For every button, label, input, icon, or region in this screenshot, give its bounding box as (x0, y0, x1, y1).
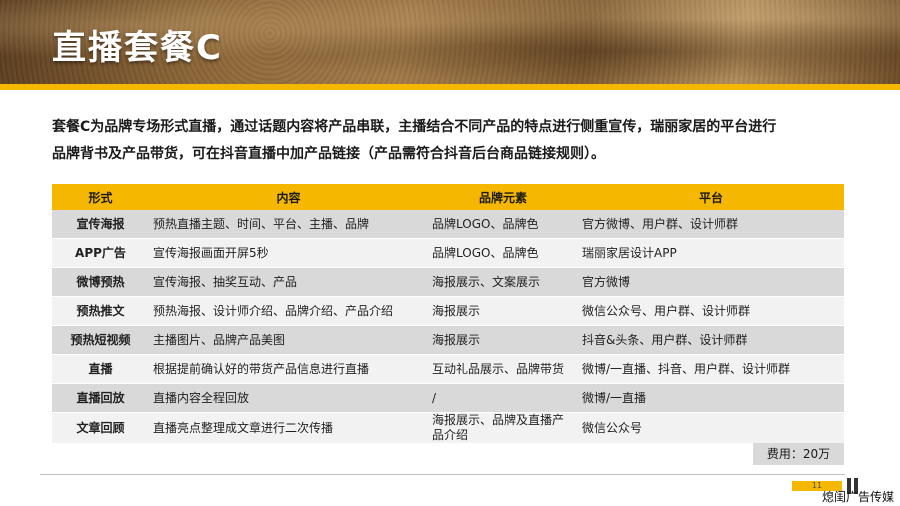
table-row: 直播 根据提前确认好的带货产品信息进行直播 互动礼品展示、品牌带货 微博/一直播… (52, 354, 844, 384)
cell-form: 宣传海报 (52, 210, 149, 239)
table-row: 预热推文 预热海报、设计师介绍、品牌介绍、产品介绍 海报展示 微信公众号、用户群… (52, 296, 844, 326)
cell-form: 预热推文 (52, 296, 149, 326)
cell-platform: 官方微博、用户群、设计师群 (578, 210, 844, 239)
cell-form: 直播 (52, 354, 149, 384)
cell-brand: 互动礼品展示、品牌带货 (428, 354, 578, 384)
cell-platform: 微信公众号 (578, 412, 844, 444)
cell-content: 主播图片、品牌产品美图 (149, 325, 428, 355)
table-row: 微博预热 宣传海报、抽奖互动、产品 海报展示、文案展示 官方微博 (52, 267, 844, 297)
cell-content: 宣传海报画面开屏5秒 (149, 238, 428, 268)
table-row: APP广告 宣传海报画面开屏5秒 品牌LOGO、品牌色 瑞丽家居设计APP (52, 238, 844, 268)
cell-content: 直播亮点整理成文章进行二次传播 (149, 412, 428, 444)
table-row: 文章回顾 直播亮点整理成文章进行二次传播 海报展示、品牌及直播产品介绍 微信公众… (52, 412, 844, 444)
cell-brand: 海报展示 (428, 325, 578, 355)
header-content: 内容 (149, 184, 428, 210)
table-row: 宣传海报 预热直播主题、时间、平台、主播、品牌 品牌LOGO、品牌色 官方微博、… (52, 210, 844, 239)
header-platform: 平台 (578, 184, 844, 210)
intro-line-2: 品牌背书及产品带货，可在抖音直播中加产品链接（产品需符合抖音后台商品链接规则）。 (52, 146, 605, 162)
cell-form: 直播回放 (52, 383, 149, 413)
page-title: 直播套餐C (52, 28, 223, 68)
cell-platform: 微博/一直播、抖音、用户群、设计师群 (578, 354, 844, 384)
table-row: 预热短视频 主播图片、品牌产品美图 海报展示 抖音&头条、用户群、设计师群 (52, 325, 844, 355)
cell-brand: 品牌LOGO、品牌色 (428, 238, 578, 268)
table-header-row: 形式 内容 品牌元素 平台 (52, 184, 844, 210)
cell-brand: 海报展示、品牌及直播产品介绍 (428, 412, 578, 444)
watermark-text: 熄闺广告传媒 (822, 490, 895, 504)
cell-form: 文章回顾 (52, 412, 149, 444)
cell-platform: 官方微博 (578, 267, 844, 297)
cell-form: 微博预热 (52, 267, 149, 297)
header-form: 形式 (52, 184, 149, 210)
cell-content: 直播内容全程回放 (149, 383, 428, 413)
cell-brand: 海报展示、文案展示 (428, 267, 578, 297)
cell-platform: 微信公众号、用户群、设计师群 (578, 296, 844, 326)
header-brand: 品牌元素 (428, 184, 578, 210)
cell-form: APP广告 (52, 238, 149, 268)
cell-brand: / (428, 383, 578, 413)
package-table: 形式 内容 品牌元素 平台 宣传海报 预热直播主题、时间、平台、主播、品牌 品牌… (52, 184, 844, 444)
cell-platform: 瑞丽家居设计APP (578, 238, 844, 268)
header-accent-bar (0, 84, 900, 90)
footer-divider (40, 474, 845, 475)
table-row: 直播回放 直播内容全程回放 / 微博/一直播 (52, 383, 844, 413)
cell-content: 预热海报、设计师介绍、品牌介绍、产品介绍 (149, 296, 428, 326)
cell-content: 预热直播主题、时间、平台、主播、品牌 (149, 210, 428, 239)
cell-brand: 海报展示 (428, 296, 578, 326)
cell-brand: 品牌LOGO、品牌色 (428, 210, 578, 239)
cell-content: 根据提前确认好的带货产品信息进行直播 (149, 354, 428, 384)
fee-label: 费用：20万 (753, 443, 844, 465)
intro-paragraph: 套餐C为品牌专场形式直播，通过话题内容将产品串联，主播结合不同产品的特点进行侧重… (52, 114, 852, 168)
header-banner: 直播套餐C (0, 0, 900, 84)
cell-platform: 抖音&头条、用户群、设计师群 (578, 325, 844, 355)
cell-platform: 微博/一直播 (578, 383, 844, 413)
cell-form: 预热短视频 (52, 325, 149, 355)
cell-content: 宣传海报、抽奖互动、产品 (149, 267, 428, 297)
intro-line-1: 套餐C为品牌专场形式直播，通过话题内容将产品串联，主播结合不同产品的特点进行侧重… (52, 119, 777, 135)
